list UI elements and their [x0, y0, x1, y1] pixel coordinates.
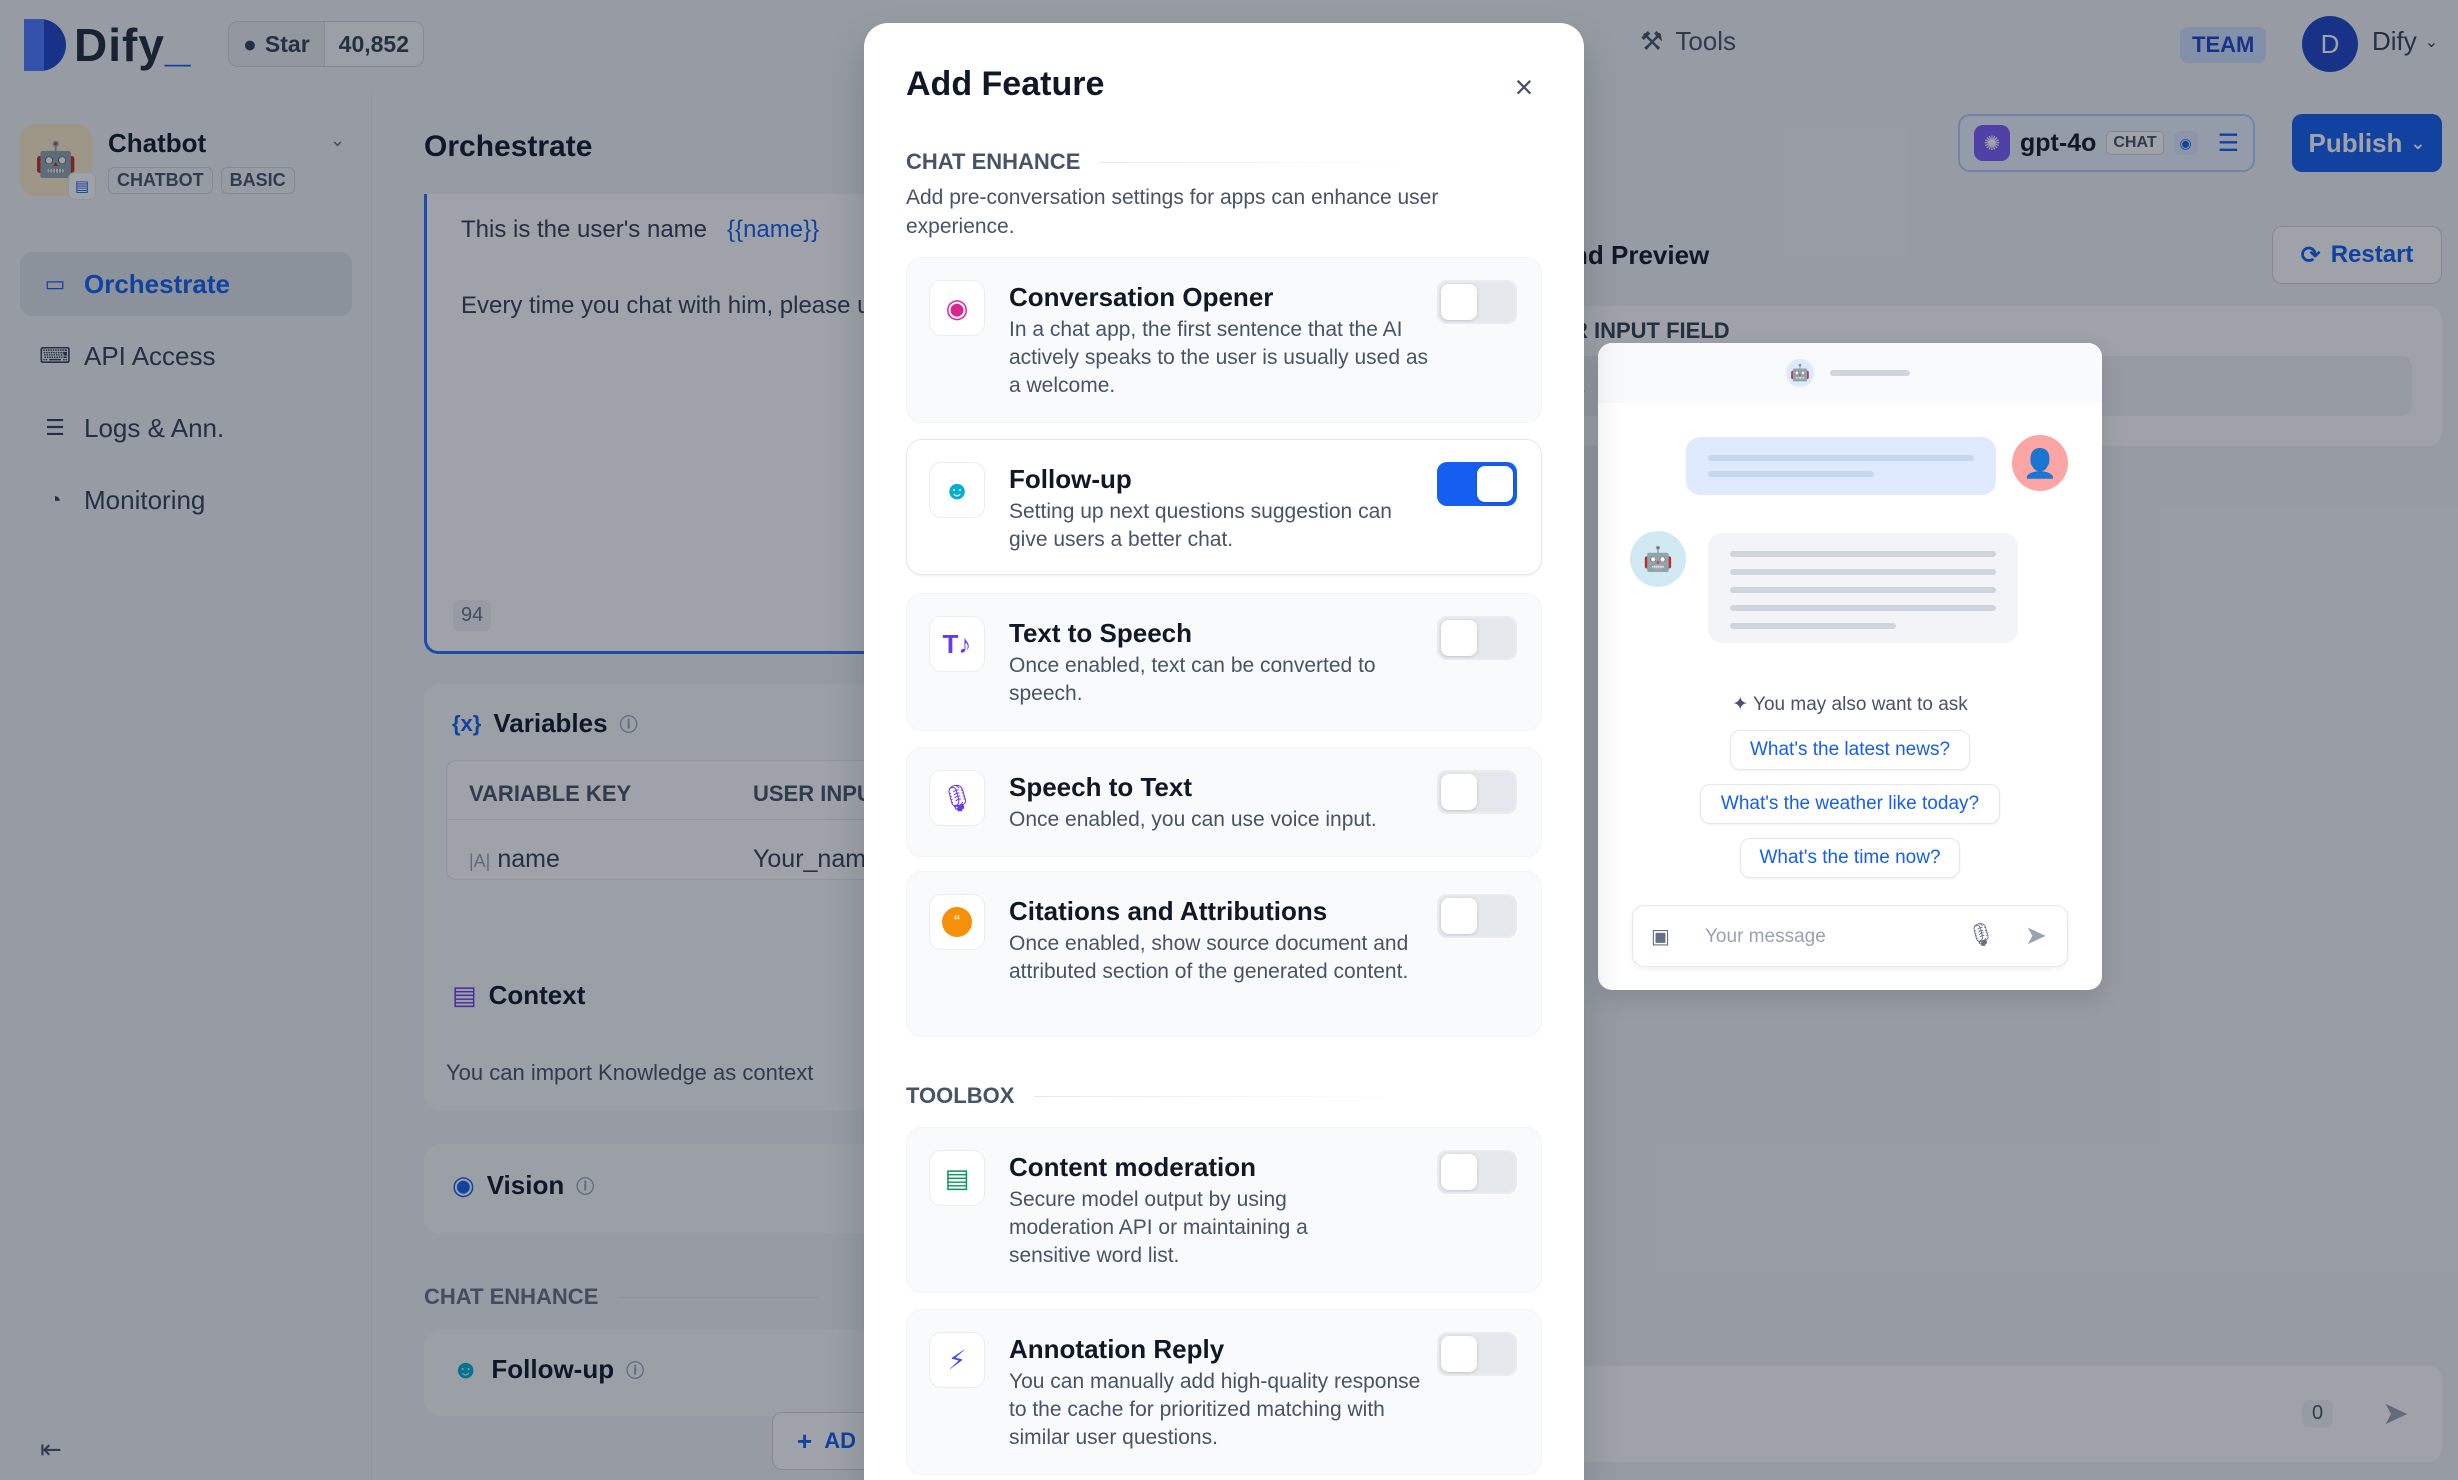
chat-enhance-heading: CHAT ENHANCE: [906, 149, 1421, 175]
feature-card-annotation-reply[interactable]: ⚡ Annotation Reply You can manually add …: [906, 1309, 1542, 1475]
feature-name: Follow-up: [1009, 464, 1132, 494]
microphone-icon: 🎙: [929, 770, 985, 826]
app-root: Dify_ ● Star 40,852 ⚒ Tools TEAM D Dify ⌄…: [0, 0, 2458, 1480]
user-avatar: 👤: [2012, 435, 2068, 491]
feature-name: Citations and Attributions: [1009, 896, 1328, 926]
toggle-follow-up[interactable]: [1437, 462, 1517, 506]
image-upload-icon: ▣: [1651, 926, 1670, 948]
preview-message-input: ▣ Your message 🎙 ➤: [1632, 905, 2068, 967]
feature-desc: You can manually add high-quality respon…: [1009, 1370, 1421, 1449]
bot-icon: 🤖: [1786, 359, 1814, 387]
user-message-placeholder: [1686, 437, 1996, 495]
chat-enhance-desc: Add pre-conversation settings for apps c…: [906, 186, 1439, 238]
feature-desc: Setting up next questions suggestion can…: [1009, 500, 1392, 551]
feature-name: Conversation Opener: [1009, 282, 1274, 312]
suggested-question: What's the latest news?: [1730, 730, 1970, 770]
feature-name: Annotation Reply: [1009, 1334, 1225, 1364]
feature-desc: Once enabled, text can be converted to s…: [1009, 654, 1376, 705]
feature-name: Speech to Text: [1009, 772, 1193, 802]
toolbox-heading: TOOLBOX: [906, 1083, 1415, 1109]
toggle-text-to-speech[interactable]: [1437, 616, 1517, 660]
toggle-content-moderation[interactable]: [1437, 1150, 1517, 1194]
document-search-icon: ▤: [929, 1150, 985, 1206]
feature-desc: Once enabled, show source document and a…: [1009, 932, 1409, 983]
suggested-question: What's the time now?: [1740, 838, 1960, 878]
bot-message-placeholder: [1708, 533, 2018, 643]
feature-card-follow-up[interactable]: ☻ Follow-up Setting up next questions su…: [906, 439, 1542, 575]
text-to-speech-icon: T♪: [929, 616, 985, 672]
feature-card-citations[interactable]: “ Citations and Attributions Once enable…: [906, 871, 1542, 1037]
toggle-conversation-opener[interactable]: [1437, 280, 1517, 324]
feature-desc: Once enabled, you can use voice input.: [1009, 808, 1377, 831]
feature-name: Text to Speech: [1009, 618, 1193, 648]
message-placeholder: Your message: [1705, 926, 1826, 947]
suggested-question: What's the weather like today?: [1700, 784, 2000, 824]
feature-desc: In a chat app, the first sentence that t…: [1009, 318, 1429, 397]
lightning-chat-icon: ⚡: [929, 1332, 985, 1388]
suggestion-heading: ✦ You may also want to ask: [1732, 694, 1968, 715]
feature-name: Content moderation: [1009, 1152, 1256, 1182]
feature-preview-card: 🤖 👤 🤖 ✦ You may also want to ask What's …: [1598, 343, 2102, 990]
close-icon[interactable]: ×: [1504, 67, 1544, 107]
toggle-speech-to-text[interactable]: [1437, 770, 1517, 814]
smile-chat-icon: ☻: [929, 462, 985, 518]
add-feature-modal: Add Feature × CHAT ENHANCE Add pre-conve…: [864, 23, 1584, 1480]
feature-card-conversation-opener[interactable]: ◉ Conversation Opener In a chat app, the…: [906, 257, 1542, 423]
toggle-citations[interactable]: [1437, 894, 1517, 938]
feature-card-speech-to-text[interactable]: 🎙 Speech to Text Once enabled, you can u…: [906, 747, 1542, 857]
quote-icon: “: [929, 894, 985, 950]
bot-avatar: 🤖: [1630, 531, 1686, 587]
send-icon: ➤: [2025, 920, 2047, 950]
modal-title: Add Feature: [906, 65, 1105, 103]
microphone-icon: 🎙: [1967, 922, 1995, 947]
toggle-annotation-reply[interactable]: [1437, 1332, 1517, 1376]
chat-bubble-icon: ◉: [929, 280, 985, 336]
feature-card-text-to-speech[interactable]: T♪ Text to Speech Once enabled, text can…: [906, 593, 1542, 731]
feature-desc: Secure model output by using moderation …: [1009, 1188, 1308, 1267]
feature-card-content-moderation[interactable]: ▤ Content moderation Secure model output…: [906, 1127, 1542, 1293]
